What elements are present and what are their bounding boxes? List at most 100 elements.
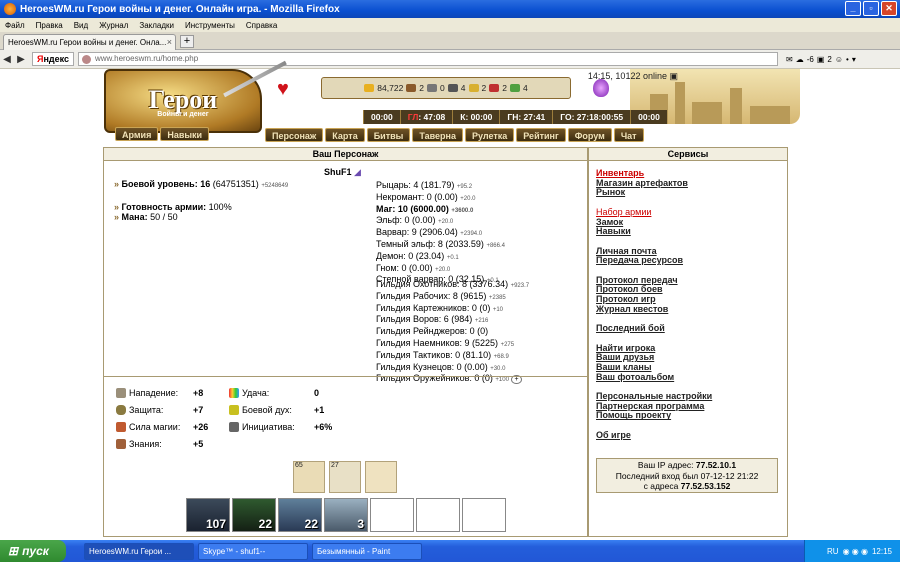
army-slot-2[interactable]: 22 bbox=[232, 498, 276, 532]
guild-plus: +100 bbox=[495, 377, 509, 384]
dot-icon: • bbox=[846, 54, 849, 64]
artifact-horse[interactable] bbox=[365, 461, 397, 493]
nav-rating[interactable]: Рейтинг bbox=[516, 128, 566, 142]
tab-close-icon[interactable]: × bbox=[167, 37, 172, 47]
menu-tools[interactable]: Инструменты bbox=[185, 21, 235, 30]
browser-tab[interactable]: HeroesWM.ru Герои войны и денег. Онла...… bbox=[3, 34, 176, 50]
game-logo[interactable]: Герои Войны и денег bbox=[104, 69, 262, 133]
menu-edit[interactable]: Правка bbox=[36, 21, 63, 30]
maximize-button[interactable]: ▫ bbox=[863, 1, 879, 16]
heart-icon[interactable]: ♥ bbox=[277, 78, 289, 101]
ip-info-box: Ваш IP адрес: 77.52.10.1 Последний вход … bbox=[596, 458, 778, 493]
ip-label: Ваш IP адрес: bbox=[637, 460, 694, 470]
service-link[interactable]: Передача ресурсов bbox=[596, 256, 712, 266]
sulfur-icon bbox=[468, 84, 479, 92]
smiley-icon[interactable]: ☺ bbox=[835, 55, 843, 64]
url-input[interactable]: www.heroeswm.ru/home.php bbox=[78, 52, 778, 66]
nav-army[interactable]: Армия bbox=[115, 127, 159, 141]
menu-help[interactable]: Справка bbox=[246, 21, 277, 30]
hourglass-icon bbox=[229, 422, 239, 432]
service-link[interactable]: Рынок bbox=[596, 188, 712, 198]
service-link[interactable]: Навыки bbox=[596, 226, 712, 237]
nav-chat[interactable]: Чат bbox=[613, 128, 644, 142]
level-row: » Боевой уровень: 16 (64751351) +5248649 bbox=[114, 179, 289, 189]
artifact-armor[interactable]: 65 bbox=[293, 461, 325, 493]
forward-icon[interactable]: ▶ bbox=[14, 54, 28, 65]
service-link[interactable]: Об игре bbox=[596, 430, 712, 441]
service-link[interactable]: Ваш фотоальбом bbox=[596, 372, 712, 383]
menu-bookmarks[interactable]: Закладки bbox=[139, 21, 174, 30]
army-slot-5[interactable] bbox=[370, 498, 414, 532]
mana-value: 50 / 50 bbox=[150, 212, 178, 222]
army-count-3: 22 bbox=[304, 517, 318, 531]
weather-icon[interactable]: ☁ bbox=[796, 55, 804, 64]
attack-value: +8 bbox=[193, 388, 204, 398]
timer-2: К: 00:00 bbox=[452, 110, 500, 124]
taskbar-paint[interactable]: Безымянный - Paint bbox=[312, 542, 422, 560]
new-tab-button[interactable]: + bbox=[180, 35, 194, 48]
menu-file[interactable]: Файл bbox=[5, 21, 25, 30]
guild-text: Гильдия Охотников: 8 (3376.34) bbox=[376, 279, 509, 289]
dropdown-icon[interactable]: ▾ bbox=[852, 55, 856, 64]
tray-icons[interactable]: ◉ ◉ ◉ bbox=[843, 547, 868, 556]
nav-battles[interactable]: Битвы bbox=[366, 128, 411, 142]
menu-history[interactable]: Журнал bbox=[99, 21, 128, 30]
army-slot-7[interactable] bbox=[462, 498, 506, 532]
army-count-1: 107 bbox=[205, 517, 226, 531]
res-gem: 4 bbox=[522, 83, 528, 93]
faction-text: Варвар: 9 (2906.04) bbox=[376, 227, 458, 238]
menu-bar: Файл Правка Вид Журнал Закладки Инструме… bbox=[0, 18, 900, 32]
ip-value: 77.52.10.1 bbox=[695, 460, 737, 470]
artifact-staff[interactable]: 27 bbox=[329, 461, 361, 493]
army-slot-4[interactable]: 3 bbox=[324, 498, 368, 532]
game-banner: Герои Войны и денег ♥ 84,722 2 0 4 2 2 4… bbox=[100, 60, 800, 147]
nav-forum[interactable]: Форум bbox=[567, 128, 612, 142]
character-name[interactable]: ShuF1 bbox=[324, 167, 352, 177]
nav-roulette[interactable]: Рулетка bbox=[464, 128, 515, 142]
logo-subtitle: Войны и денег bbox=[157, 110, 209, 118]
nav-character[interactable]: Персонаж bbox=[265, 128, 324, 142]
army-slot-1[interactable]: 107 bbox=[186, 498, 230, 532]
taskbar-skype[interactable]: Skype™ - shuf1-- bbox=[198, 542, 308, 560]
close-button[interactable]: ✕ bbox=[881, 1, 897, 16]
faction-text: Эльф: 0 (0.00) bbox=[376, 215, 436, 226]
start-button[interactable]: ⊞ пуск bbox=[0, 540, 66, 562]
ready-value: 100% bbox=[208, 202, 232, 212]
morale-value: +1 bbox=[314, 405, 325, 415]
yandex-button[interactable]: Яндекс bbox=[32, 52, 74, 66]
taskbar-firefox-label: HeroesWM.ru Герои ... bbox=[89, 546, 172, 556]
res-sulfur: 2 bbox=[481, 83, 487, 93]
system-tray: RU ◉ ◉ ◉ 12:15 bbox=[804, 540, 900, 562]
service-link[interactable]: Журнал квестов bbox=[596, 304, 712, 315]
nav-skills[interactable]: Навыки bbox=[160, 127, 210, 141]
service-link[interactable]: Помощь проекту bbox=[596, 411, 712, 421]
notify-icon[interactable]: ▣ bbox=[817, 55, 825, 64]
guild-plus: +68.9 bbox=[493, 353, 509, 360]
res-gold: 84,722 bbox=[377, 83, 404, 93]
army-slot-6[interactable] bbox=[416, 498, 460, 532]
faction-text: Рыцарь: 4 (181.79) bbox=[376, 180, 455, 190]
guild-plus: +10 bbox=[492, 306, 504, 313]
taskbar-paint-label: Безымянный - Paint bbox=[317, 546, 391, 556]
morale-label: Боевой дух: bbox=[242, 405, 292, 415]
service-link[interactable]: Последний бой bbox=[596, 323, 712, 334]
faction-plus: +20.0 bbox=[438, 219, 454, 226]
faction-text: Гном: 0 (0.00) bbox=[376, 262, 433, 273]
firefox-icon bbox=[4, 3, 16, 15]
artifact-armor-count: 65 bbox=[295, 462, 303, 469]
nav-map[interactable]: Карта bbox=[325, 128, 365, 142]
faction-text: Некромант: 0 (0.00) bbox=[376, 191, 458, 202]
army-slot-3[interactable]: 22 bbox=[278, 498, 322, 532]
nav-tavern[interactable]: Таверна bbox=[412, 128, 463, 142]
ore-icon bbox=[427, 84, 438, 92]
mail-icon[interactable]: ✉ bbox=[786, 55, 793, 64]
lang-indicator[interactable]: RU bbox=[827, 547, 839, 556]
guild-text: Гильдия Рейнджеров: 0 (0) bbox=[376, 326, 489, 337]
stat-attack: Нападение: +8 bbox=[116, 388, 203, 398]
back-icon[interactable]: ◀ bbox=[0, 54, 14, 65]
init-label: Инициатива: bbox=[242, 422, 295, 432]
menu-view[interactable]: Вид bbox=[74, 21, 88, 30]
minimize-button[interactable]: _ bbox=[845, 1, 861, 16]
taskbar-firefox[interactable]: HeroesWM.ru Герои ... bbox=[84, 542, 194, 560]
res-ore: 0 bbox=[440, 83, 445, 93]
